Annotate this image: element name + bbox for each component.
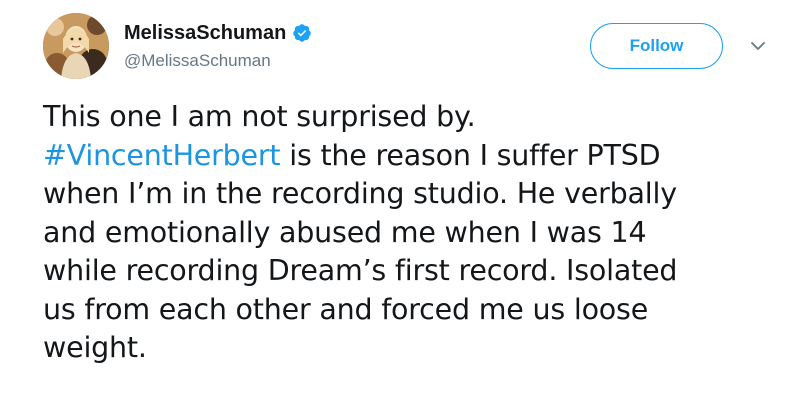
follow-button[interactable]: Follow — [590, 23, 723, 69]
tweet-line: when I’m in the recording studio. He ver… — [43, 177, 677, 210]
hashtag-link[interactable]: #VincentHerbert — [43, 139, 281, 172]
tweet-line: us from each other and forced me us loos… — [43, 292, 649, 326]
avatar-image — [43, 13, 109, 79]
user-handle[interactable]: @MelissaSchuman — [124, 51, 271, 71]
chevron-down-icon[interactable] — [746, 34, 770, 58]
tweet-line: #VincentHerbert is the reason I suffer P… — [43, 137, 783, 176]
user-name-row: MelissaSchuman — [124, 18, 312, 48]
tweet-line: This one I am not surprised by. — [43, 100, 476, 133]
display-name[interactable]: MelissaSchuman — [124, 22, 286, 45]
tweet-line: while recording Dream’s first record. Is… — [43, 254, 678, 287]
tweet-line: weight. — [43, 331, 147, 364]
verified-badge-icon — [292, 23, 312, 43]
tweet-line-rest: is the reason I suffer PTSD — [280, 138, 661, 172]
tweet-card: MelissaSchuman @MelissaSchuman Follow Th… — [0, 0, 800, 407]
tweet-text: This one I am not surprised by. #Vincent… — [43, 98, 783, 368]
avatar[interactable] — [43, 13, 109, 79]
tweet-line: and emotionally abused me when I was 14 — [43, 215, 647, 249]
